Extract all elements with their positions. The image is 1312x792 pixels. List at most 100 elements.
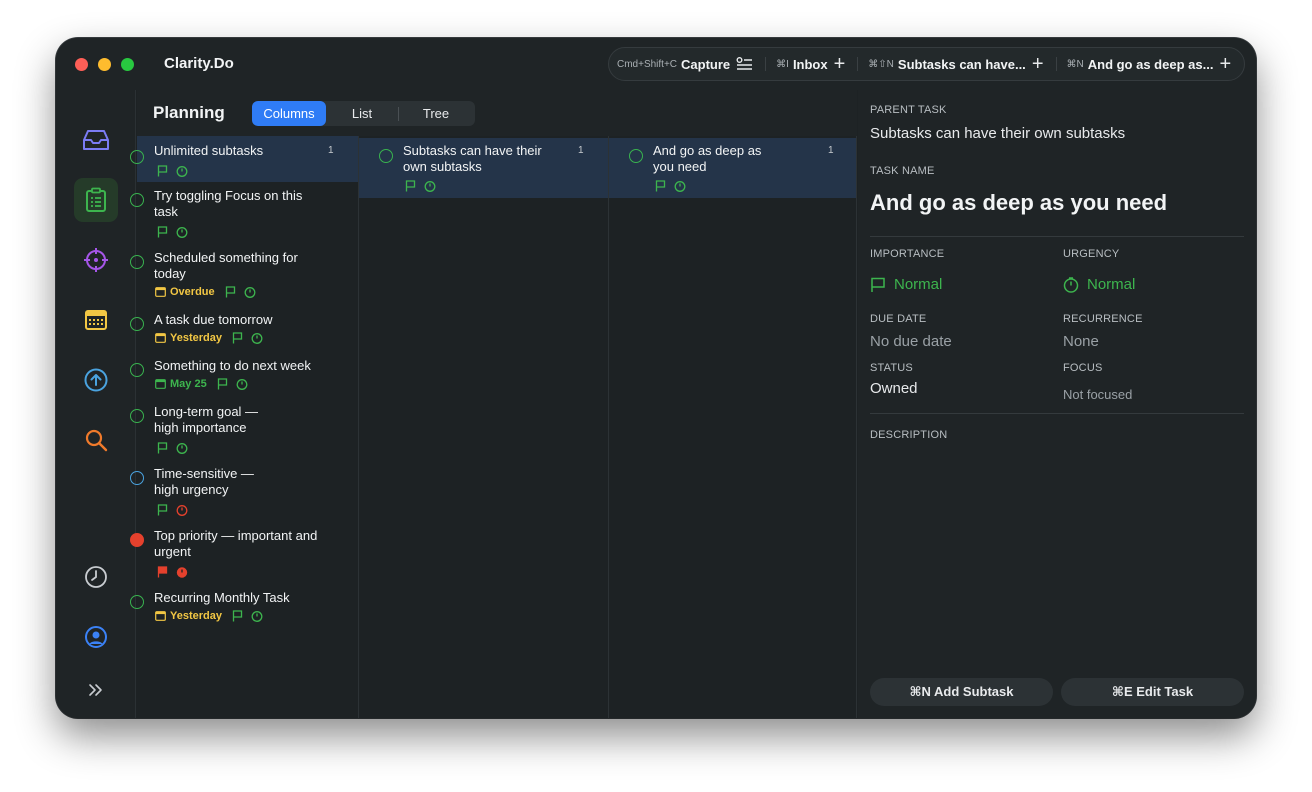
urgency-text: Normal [1087, 276, 1136, 293]
timer-icon [674, 180, 686, 192]
task-row[interactable]: And go as deep as you need 1 [609, 138, 856, 198]
task-checkbox[interactable] [130, 255, 144, 269]
task-checkbox[interactable] [130, 317, 144, 331]
task-row[interactable]: Recurring Monthly Task Yesterday [130, 584, 358, 630]
tab-columns[interactable]: Columns [252, 101, 326, 126]
add-subtask-button[interactable]: ⌘N Add Subtask [870, 678, 1053, 706]
tab-list[interactable]: List [326, 101, 398, 126]
tab-subtasks[interactable]: ⌘⇧N Subtasks can have... + [868, 54, 1044, 74]
task-title: Try toggling Focus on this task [154, 188, 303, 219]
due-date-text: Overdue [170, 286, 215, 298]
capture-label: Capture [681, 56, 731, 72]
tab-deep[interactable]: ⌘N And go as deep as... + [1067, 54, 1232, 74]
task-title: Time-sensitive — high urgency [154, 466, 254, 497]
sidebar-item-calendar[interactable] [74, 298, 118, 342]
edit-task-button[interactable]: ⌘E Edit Task [1061, 678, 1244, 706]
sidebar-item-planning[interactable] [74, 178, 118, 222]
task-checkbox[interactable] [130, 595, 144, 609]
plus-icon[interactable]: + [834, 54, 846, 74]
timer-icon [1063, 276, 1079, 293]
calendar-icon [155, 611, 166, 621]
task-row[interactable]: A task due tomorrow Yesterday [130, 306, 358, 352]
task-title: A task due tomorrow [154, 312, 273, 327]
task-title: Something to do next week [154, 358, 311, 373]
view-switcher: Columns List Tree [252, 101, 475, 126]
task-row[interactable]: Scheduled something for today Overdue [130, 244, 358, 306]
due-date-label: DUE DATE [870, 313, 927, 325]
timer-icon [176, 504, 188, 516]
focus-value[interactable]: Not focused [1063, 387, 1132, 402]
due-date-value[interactable]: No due date [870, 333, 952, 350]
task-row[interactable]: Something to do next week May 25 [130, 352, 358, 398]
recurrence-value[interactable]: None [1063, 333, 1099, 350]
task-column-2: Subtasks can have their own subtasks 1 [359, 136, 609, 718]
title-bar: Clarity.Do Cmd+Shift+C Capture ⌘I Inbox … [56, 38, 1256, 90]
tab-subtasks-label: Subtasks can have... [897, 56, 1026, 72]
zoom-window-button[interactable] [121, 58, 134, 71]
tab-deep-label: And go as deep as... [1087, 56, 1214, 72]
task-checkbox[interactable] [379, 149, 393, 163]
quick-tab-bar: Cmd+Shift+C Capture ⌘I Inbox + ⌘⇧N Subta… [608, 47, 1245, 81]
status-label: STATUS [870, 362, 913, 374]
divider [870, 413, 1244, 414]
calendar-icon [155, 287, 166, 297]
task-checkbox[interactable] [130, 533, 144, 547]
task-details-panel: PARENT TASK Subtasks can have their own … [858, 90, 1256, 718]
task-row[interactable]: Long-term goal — high importance [130, 398, 358, 460]
subtask-count: 1 [328, 145, 334, 156]
flag-icon [157, 504, 168, 516]
task-checkbox[interactable] [130, 471, 144, 485]
sidebar-item-account[interactable] [74, 615, 118, 659]
timer-icon [251, 610, 263, 622]
task-checkbox[interactable] [130, 193, 144, 207]
flag-icon [871, 277, 885, 292]
recurrence-label: RECURRENCE [1063, 313, 1143, 325]
task-row[interactable]: Unlimited subtasks 1 [130, 136, 358, 182]
task-row[interactable]: Try toggling Focus on this task [130, 182, 358, 244]
tab-tree[interactable]: Tree [399, 101, 473, 126]
plus-icon[interactable]: + [1219, 54, 1231, 74]
calendar-icon [155, 333, 166, 343]
app-title: Clarity.Do [164, 55, 234, 72]
close-window-button[interactable] [75, 58, 88, 71]
sidebar-item-expand[interactable] [74, 668, 118, 712]
sidebar-item-upcoming[interactable] [74, 358, 118, 402]
task-checkbox[interactable] [130, 363, 144, 377]
task-checkbox[interactable] [130, 409, 144, 423]
search-icon [85, 429, 108, 452]
tab-inbox[interactable]: ⌘I Inbox + [776, 54, 846, 74]
flag-icon [157, 226, 168, 238]
sidebar-item-focus[interactable] [74, 238, 118, 282]
crosshair-icon [84, 248, 108, 272]
task-title: Top priority — important and urgent [154, 528, 318, 559]
timer-icon [176, 442, 188, 454]
urgency-value[interactable]: Normal [1063, 276, 1135, 293]
plus-icon[interactable]: + [1032, 54, 1044, 74]
capture-button[interactable]: Cmd+Shift+C Capture [617, 57, 753, 72]
parent-task-link[interactable]: Subtasks can have their own subtasks [870, 125, 1125, 142]
importance-value[interactable]: Normal [870, 276, 942, 293]
sidebar-item-search[interactable] [74, 418, 118, 462]
timer-icon [244, 286, 256, 298]
timer-icon [236, 378, 248, 390]
task-checkbox[interactable] [130, 150, 144, 164]
due-date-badge: Overdue [155, 286, 215, 298]
flag-icon [217, 378, 228, 390]
timer-icon [176, 165, 188, 177]
subtask-count: 1 [828, 145, 834, 156]
sidebar-item-inbox[interactable] [74, 118, 118, 162]
task-row[interactable]: Time-sensitive — high urgency [130, 460, 358, 522]
task-checkbox[interactable] [629, 149, 643, 163]
task-title: Scheduled something for today [154, 250, 298, 281]
flag-icon [157, 165, 168, 177]
sidebar-item-history[interactable] [74, 555, 118, 599]
timer-icon [176, 566, 188, 578]
status-value[interactable]: Owned [870, 380, 918, 397]
tab-inbox-shortcut: ⌘I [776, 58, 789, 70]
task-row[interactable]: Top priority — important and urgent [130, 522, 358, 584]
task-row[interactable]: Subtasks can have their own subtasks 1 [359, 138, 608, 198]
subtask-count: 1 [578, 145, 584, 156]
clipboard-list-icon [86, 187, 106, 212]
flag-icon [232, 332, 243, 344]
minimize-window-button[interactable] [98, 58, 111, 71]
